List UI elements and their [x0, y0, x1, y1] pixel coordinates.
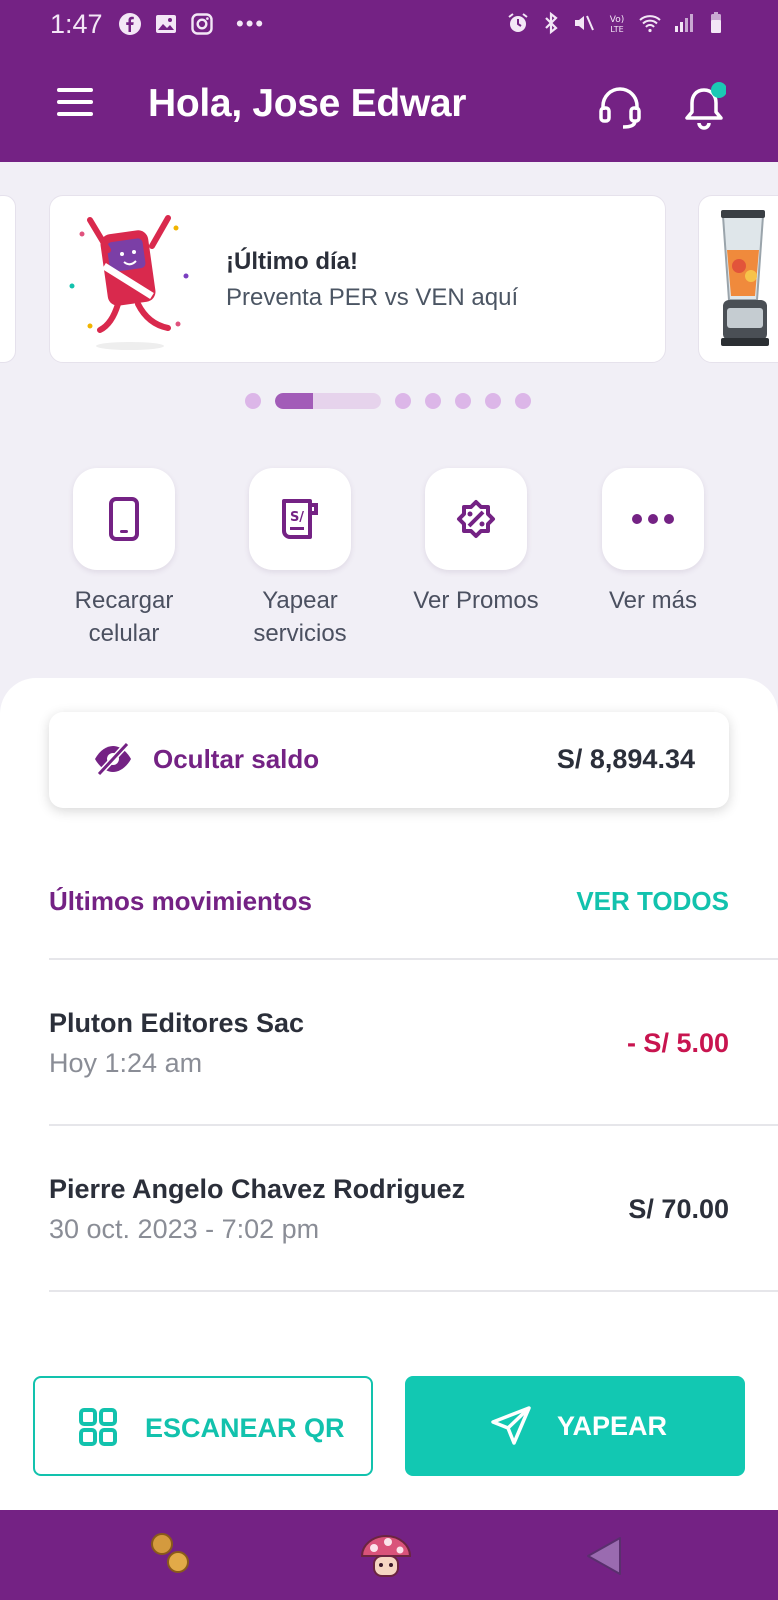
bluetooth-icon: [545, 11, 558, 35]
alarm-icon: [508, 13, 528, 32]
status-right-icons: Vo) LTE: [506, 11, 728, 35]
transaction-row[interactable]: Pluton Editores Sac Hoy 1:24 am - S/ 5.0…: [49, 1008, 729, 1128]
transaction-name: Pierre Angelo Chavez Rodriguez: [49, 1174, 466, 1204]
status-time: 1:47: [50, 9, 103, 39]
scan-qr-button[interactable]: ESCANEAR QR: [33, 1376, 373, 1476]
battery-icon: [711, 12, 721, 33]
bell-icon[interactable]: [682, 82, 726, 132]
divider: [49, 958, 778, 960]
transaction-name: Pluton Editores Sac: [49, 1008, 305, 1038]
svg-text:Vo): Vo): [610, 15, 624, 25]
scan-qr-label: ESCANEAR QR: [145, 1413, 345, 1443]
system-nav-bar: [0, 1510, 778, 1600]
promo-banner[interactable]: ¡Último día! Preventa PER vs VEN aquí: [49, 195, 666, 363]
menu-icon[interactable]: [57, 88, 93, 116]
quick-action-ver-mas[interactable]: Ver más: [573, 468, 733, 617]
carousel-dot[interactable]: [455, 393, 471, 409]
quick-action-tile[interactable]: [425, 468, 527, 570]
hide-balance-button[interactable]: Ocultar saldo: [153, 744, 319, 775]
volte-icon: Vo)LTE: [610, 15, 624, 34]
headset-icon[interactable]: [597, 84, 643, 130]
transaction-date: Hoy 1:24 am: [49, 1048, 203, 1078]
coins-icon[interactable]: [144, 1528, 200, 1584]
quick-action-recargar[interactable]: Recargar celular: [44, 468, 204, 650]
quick-action-label: Yapear servicios: [253, 587, 347, 647]
receipt-icon: S/: [282, 499, 318, 539]
more-dots-icon: •••: [236, 11, 266, 36]
facebook-icon: [119, 13, 141, 35]
quick-action-tile[interactable]: [602, 468, 704, 570]
see-all-link[interactable]: VER TODOS: [576, 886, 729, 917]
blender-image: [721, 210, 769, 346]
transaction-row[interactable]: Pierre Angelo Chavez Rodriguez 30 oct. 2…: [49, 1174, 729, 1294]
mascot-illustration: [69, 215, 189, 350]
greeting-title: Hola, Jose Edwar: [148, 82, 467, 125]
quick-action-label: Ver más: [608, 587, 698, 614]
carousel-dot[interactable]: [245, 393, 261, 409]
phone-icon: [109, 497, 139, 541]
carousel-indicator: [245, 393, 531, 409]
balance-amount: S/ 8,894.34: [556, 744, 695, 774]
quick-action-tile[interactable]: [73, 468, 175, 570]
transaction-date: 30 oct. 2023 - 7:02 pm: [49, 1214, 320, 1244]
more-icon: [632, 514, 674, 524]
banner-subtitle: Preventa PER vs VEN aquí: [226, 284, 519, 311]
svg-text:LTE: LTE: [610, 25, 623, 34]
qr-icon: [79, 1408, 117, 1446]
transaction-amount: - S/ 5.00: [626, 1028, 729, 1058]
svg-text:S/: S/: [290, 510, 304, 525]
carousel-dot[interactable]: [485, 393, 501, 409]
app-header: 1:47 ••• Vo) LTE Hola, Jose Edwar: [0, 0, 778, 162]
carousel-dot[interactable]: [425, 393, 441, 409]
wifi-icon: [639, 15, 661, 33]
banner-title: ¡Último día!: [226, 248, 358, 275]
status-left-icons: •••: [118, 11, 265, 37]
gallery-icon: [156, 15, 176, 33]
balance-card: Ocultar saldo S/ 8,894.34: [49, 712, 729, 808]
carousel-dot[interactable]: [395, 393, 411, 409]
carousel-dot[interactable]: [515, 393, 531, 409]
promo-icon: [457, 500, 495, 538]
eye-off-icon[interactable]: [93, 742, 133, 776]
back-icon[interactable]: [578, 1528, 634, 1584]
carousel-prev-card[interactable]: [0, 195, 16, 363]
mute-icon: [575, 15, 594, 31]
send-icon: [491, 1406, 531, 1445]
instagram-icon: [191, 13, 213, 35]
quick-action-label: Recargar celular: [74, 587, 174, 647]
quick-action-label: Ver Promos: [413, 587, 539, 614]
mushroom-icon[interactable]: [358, 1528, 414, 1584]
yapear-label: YAPEAR: [557, 1411, 668, 1441]
status-bar: 1:47 ••• Vo) LTE: [0, 0, 778, 48]
quick-action-tile[interactable]: S/: [249, 468, 351, 570]
carousel-dot-active[interactable]: [275, 393, 381, 409]
yapear-button[interactable]: YAPEAR: [405, 1376, 745, 1476]
divider: [49, 1290, 778, 1292]
divider: [49, 1124, 778, 1126]
carousel-next-card[interactable]: [698, 195, 778, 363]
transaction-amount: S/ 70.00: [628, 1194, 729, 1224]
signal-icon: [675, 14, 693, 32]
quick-action-ver-promos[interactable]: Ver Promos: [396, 468, 556, 617]
quick-action-yapear-servicios[interactable]: S/ Yapear servicios: [220, 468, 380, 650]
movements-title: Últimos movimientos: [49, 886, 312, 916]
